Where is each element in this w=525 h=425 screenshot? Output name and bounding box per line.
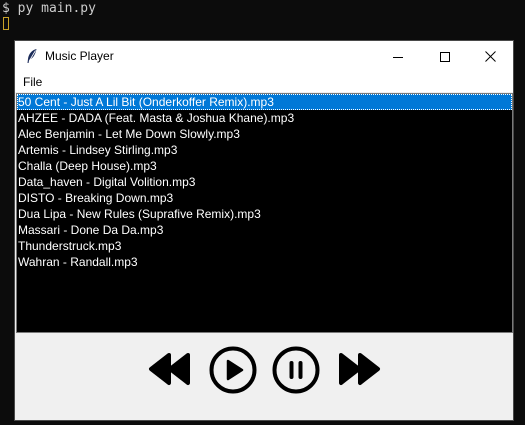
playlist-item[interactable]: Wahran - Randall.mp3	[17, 254, 512, 270]
playlist-item[interactable]: Alec Benjamin - Let Me Down Slowly.mp3	[17, 126, 512, 142]
close-icon	[484, 51, 496, 62]
playlist-item[interactable]: Thunderstruck.mp3	[17, 238, 512, 254]
window-title: Music Player	[45, 49, 114, 63]
playlist-item[interactable]: Massari - Done Da Da.mp3	[17, 222, 512, 238]
playback-controls	[15, 337, 513, 420]
feather-icon	[27, 49, 37, 63]
terminal-command-line: $ py main.py	[2, 1, 96, 16]
playlist-item[interactable]: DISTO - Breaking Down.mp3	[17, 190, 512, 206]
terminal-prompt: $	[2, 1, 10, 16]
maximize-button[interactable]	[422, 41, 468, 72]
terminal-cursor	[3, 17, 9, 30]
title-bar[interactable]: Music Player	[15, 41, 513, 72]
playlist-item[interactable]: AHZEE - DADA (Feat. Masta & Joshua Khane…	[17, 110, 512, 126]
close-button[interactable]	[467, 41, 513, 72]
play-icon[interactable]	[209, 346, 257, 394]
rewind-icon[interactable]	[148, 351, 192, 387]
playlist-listbox[interactable]: 50 Cent - Just A Lil Bit (Onderkoffer Re…	[16, 93, 513, 333]
minimize-button[interactable]	[375, 41, 421, 72]
pause-icon[interactable]	[272, 346, 320, 394]
maximize-icon	[440, 51, 450, 62]
playlist-item[interactable]: Artemis - Lindsey Stirling.mp3	[17, 142, 512, 158]
playlist-item[interactable]: Dua Lipa - New Rules (Suprafive Remix).m…	[17, 206, 512, 222]
music-player-window: Music Player File 50 Cent - Just A Lil B…	[14, 40, 514, 421]
minimize-icon	[393, 56, 403, 58]
playlist-item[interactable]: Challa (Deep House).mp3	[17, 158, 512, 174]
fast-forward-icon[interactable]	[337, 351, 381, 387]
terminal-command: py main.py	[17, 1, 96, 16]
playlist-item[interactable]: Data_haven - Digital Volition.mp3	[17, 174, 512, 190]
menu-file[interactable]: File	[22, 75, 43, 89]
playlist-item[interactable]: 50 Cent - Just A Lil Bit (Onderkoffer Re…	[17, 94, 512, 110]
menu-bar: File	[15, 72, 513, 92]
